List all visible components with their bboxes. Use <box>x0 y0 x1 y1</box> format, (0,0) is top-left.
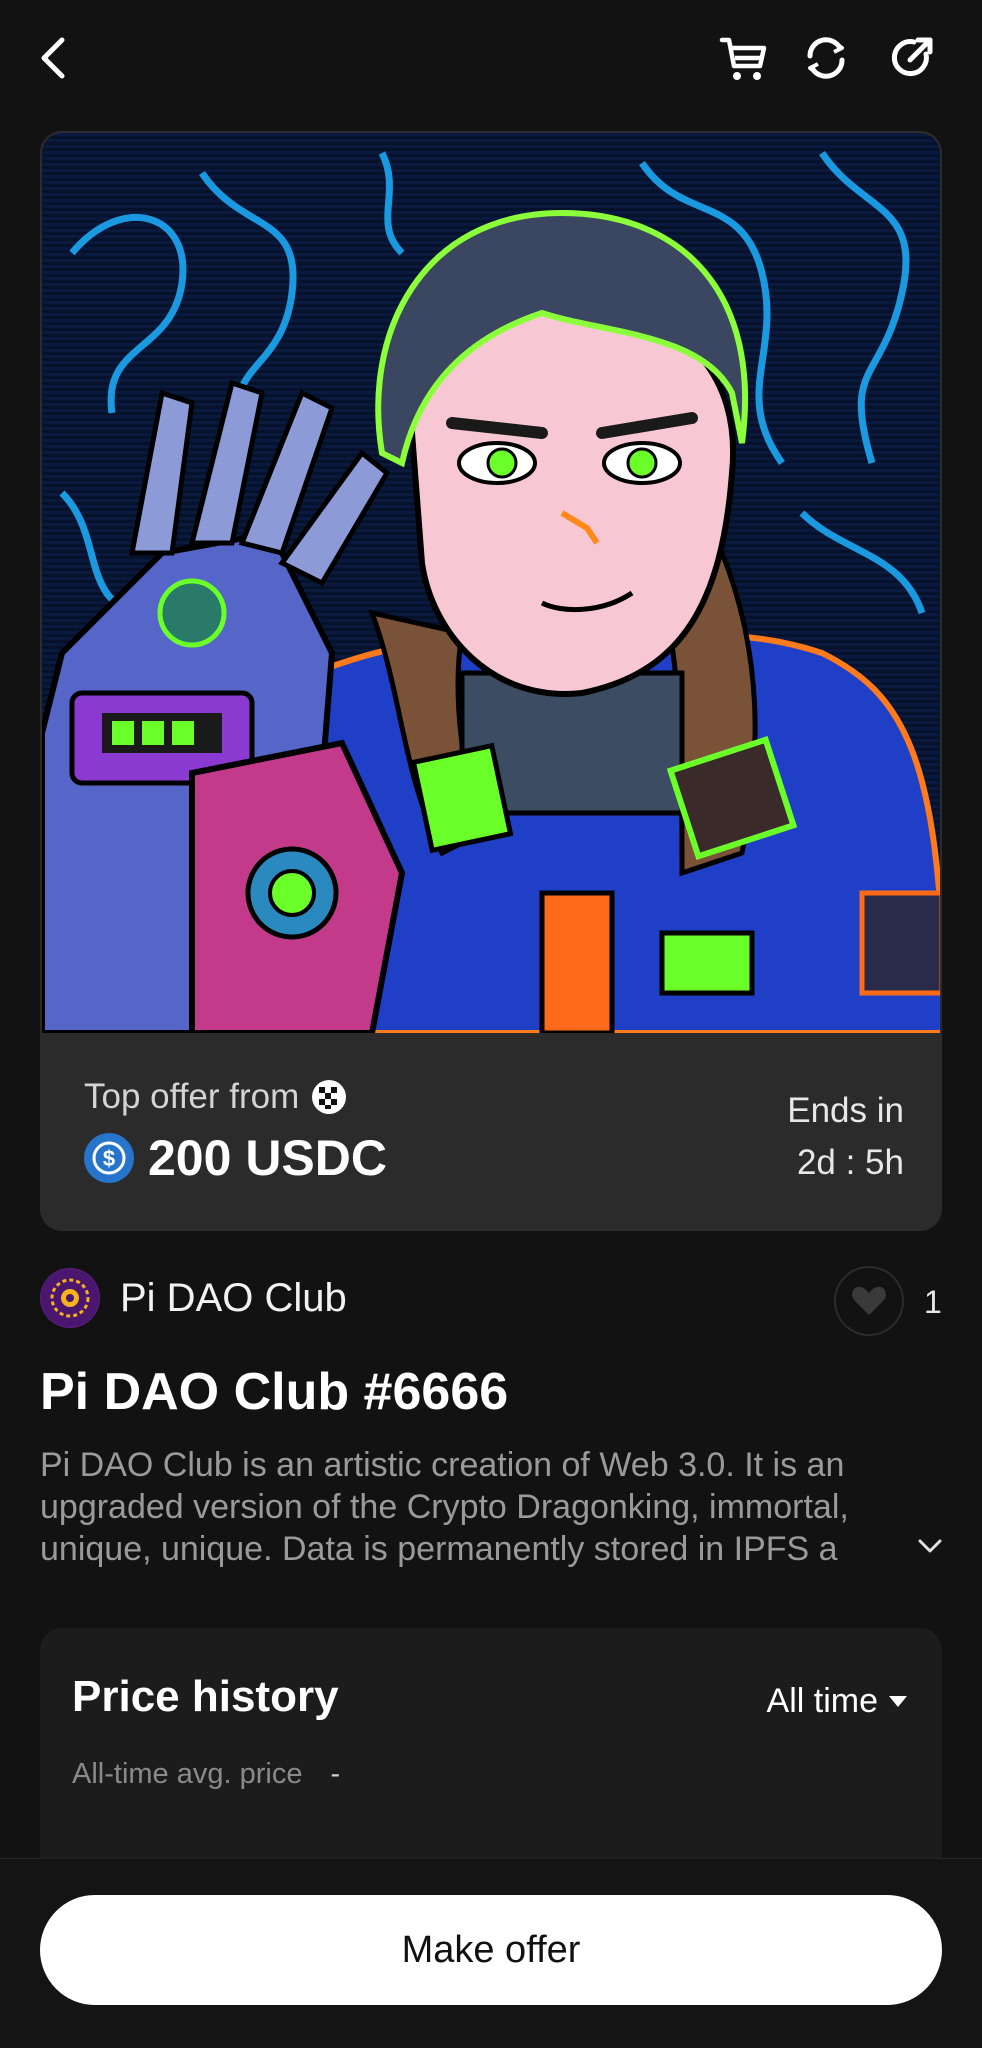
collection-name: Pi DAO Club <box>120 1275 347 1320</box>
time-range-value: All time <box>766 1682 878 1720</box>
usdc-icon: $ <box>84 1133 134 1183</box>
share-icon <box>891 37 933 77</box>
expand-description-button[interactable] <box>910 1526 950 1566</box>
price-history-card: Price history All time All-time avg. pri… <box>40 1628 942 1858</box>
collection-logo-icon <box>41 1269 99 1327</box>
bidder-avatar-icon[interactable] <box>311 1079 347 1115</box>
collection-link[interactable]: Pi DAO Club <box>40 1268 347 1328</box>
chevron-down-icon <box>918 1539 942 1553</box>
top-bar <box>0 0 982 118</box>
refresh-button[interactable] <box>790 22 862 94</box>
price-history-title: Price history <box>72 1672 339 1721</box>
refresh-icon <box>807 37 845 79</box>
avg-price-label: All-time avg. price <box>72 1758 303 1790</box>
time-range-selector[interactable]: All time <box>767 1682 908 1721</box>
chevron-left-icon <box>41 37 65 79</box>
cart-icon <box>719 37 767 80</box>
back-button[interactable] <box>18 22 90 94</box>
svg-text:$: $ <box>103 1146 115 1171</box>
top-offer-panel: Top offer from $ 200 USDC Ends in 2d: 5… <box>42 1033 940 1229</box>
make-offer-button[interactable]: Make offer <box>40 1895 942 2005</box>
cart-button[interactable] <box>708 22 780 94</box>
nft-description: Pi DAO Club is an artistic creation of W… <box>40 1446 849 1568</box>
bottom-action-bar: Make offer <box>0 1858 982 2048</box>
top-offer-text: Top offer from <box>84 1077 300 1116</box>
nft-card: Top offer from $ 200 USDC Ends in 2d: 5… <box>40 131 942 1231</box>
offer-amount: 200 USDC <box>148 1130 387 1186</box>
like-button[interactable] <box>834 1266 904 1336</box>
top-offer-price: $ 200 USDC <box>84 1129 387 1187</box>
auction-end: Ends in 2d : 5h <box>787 1085 904 1189</box>
like-count: 1 <box>924 1284 942 1320</box>
nft-detail-page: Top offer from $ 200 USDC Ends in 2d: 5… <box>0 0 982 2048</box>
share-button[interactable] <box>876 22 948 94</box>
top-offer-label: Top offer from <box>84 1077 347 1117</box>
nft-artwork[interactable] <box>42 133 942 1033</box>
ends-in-value: 2d : 5h <box>796 1143 904 1182</box>
ends-in-label: Ends in <box>787 1091 904 1130</box>
caret-down-icon <box>889 1695 907 1707</box>
heart-icon <box>852 1286 886 1315</box>
avg-price-row: All-time avg. price - <box>72 1758 340 1791</box>
collection-avatar <box>40 1268 100 1328</box>
avg-price-value: - <box>330 1758 341 1790</box>
nft-title: Pi DAO Club #6666 <box>40 1363 509 1421</box>
